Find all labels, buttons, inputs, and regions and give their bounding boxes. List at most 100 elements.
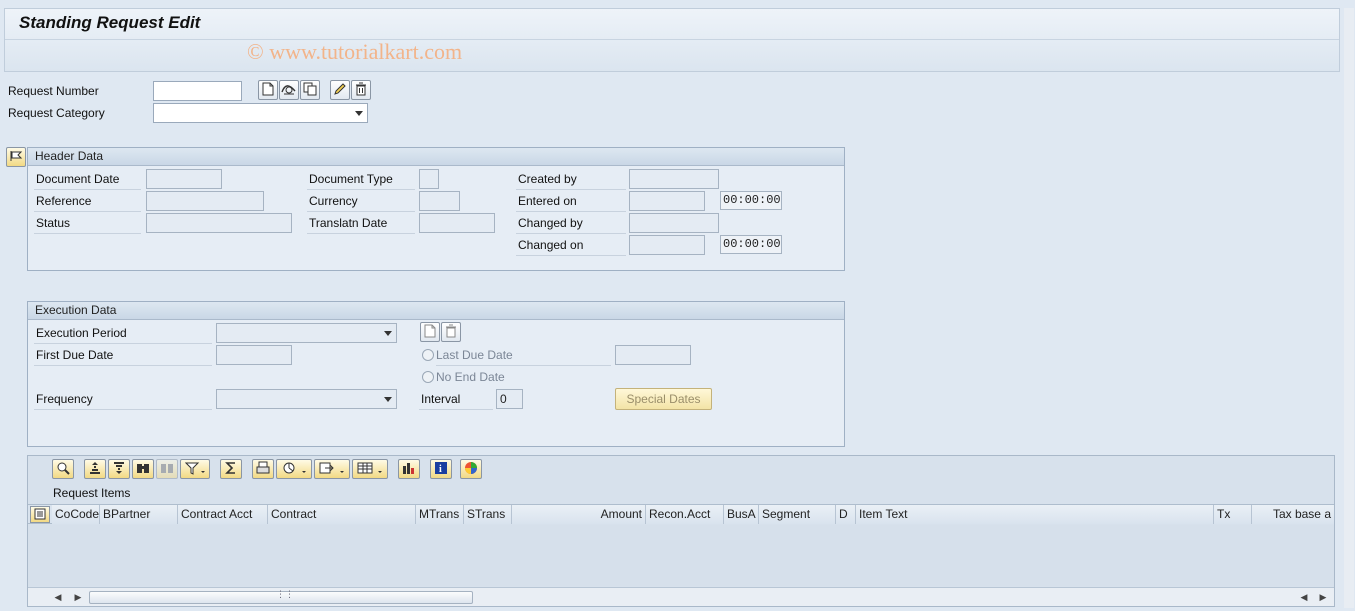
filter-button[interactable] bbox=[180, 459, 210, 479]
changed-by-field[interactable] bbox=[629, 213, 719, 233]
views-button[interactable] bbox=[276, 459, 312, 479]
export-button[interactable] bbox=[314, 459, 350, 479]
edit-button[interactable] bbox=[330, 80, 350, 100]
entered-on-time-field[interactable]: 00:00:00 bbox=[720, 191, 782, 210]
select-all-button[interactable] bbox=[30, 506, 50, 523]
toolbar-gap bbox=[422, 459, 428, 479]
no-end-date-label: No End Date bbox=[436, 370, 505, 384]
sort-descending-button[interactable] bbox=[108, 459, 130, 479]
document-type-field[interactable] bbox=[419, 169, 439, 189]
created-by-label: Created by bbox=[516, 170, 626, 190]
edit-pencil-icon bbox=[333, 82, 347, 99]
column-header-contract-acct[interactable]: Contract Acct bbox=[178, 505, 268, 524]
chevron-down-icon bbox=[384, 397, 392, 402]
request-number-input[interactable] bbox=[153, 81, 242, 101]
no-end-date-radio[interactable] bbox=[422, 371, 434, 383]
delete-button[interactable] bbox=[351, 80, 371, 100]
currency-field[interactable] bbox=[419, 191, 460, 211]
info-button[interactable]: i bbox=[430, 459, 452, 479]
changed-on-time-field[interactable]: 00:00:00 bbox=[720, 235, 782, 254]
document-type-label: Document Type bbox=[307, 170, 415, 190]
display-button[interactable] bbox=[279, 80, 299, 100]
scroll-left-end-icon[interactable]: ◀ bbox=[1298, 590, 1310, 604]
currency-label: Currency bbox=[307, 192, 415, 212]
translatn-date-field[interactable] bbox=[419, 213, 495, 233]
column-header-strans[interactable]: STrans bbox=[464, 505, 512, 524]
last-due-date-field[interactable] bbox=[615, 345, 691, 365]
last-due-date-radio[interactable] bbox=[422, 349, 434, 361]
column-header-segment[interactable]: Segment bbox=[759, 505, 836, 524]
request-category-select[interactable] bbox=[153, 103, 368, 123]
first-due-date-field[interactable] bbox=[216, 345, 292, 365]
watermark: © www.tutorialkart.com bbox=[247, 39, 463, 64]
grip-icon: ⋮⋮ bbox=[276, 589, 294, 599]
colors-button[interactable] bbox=[460, 459, 482, 479]
entered-on-date-field[interactable] bbox=[629, 191, 705, 211]
find-next-button[interactable] bbox=[156, 459, 178, 479]
frequency-label: Frequency bbox=[34, 390, 212, 410]
column-header-contract[interactable]: Contract bbox=[268, 505, 416, 524]
column-header-mtrans[interactable]: MTrans bbox=[416, 505, 464, 524]
reference-field[interactable] bbox=[146, 191, 264, 211]
last-due-date-label: Last Due Date bbox=[436, 346, 611, 366]
new-period-button[interactable] bbox=[420, 322, 440, 342]
find-next-icon bbox=[160, 461, 174, 478]
chevron-down-icon bbox=[384, 331, 392, 336]
details-button[interactable] bbox=[52, 459, 74, 479]
execution-period-select[interactable] bbox=[216, 323, 397, 343]
grid-body bbox=[28, 525, 1334, 586]
print-button[interactable] bbox=[252, 459, 274, 479]
sort-ascending-icon bbox=[88, 461, 102, 478]
sum-icon bbox=[224, 461, 238, 478]
special-dates-button[interactable]: Special Dates bbox=[615, 388, 712, 410]
horizontal-scrollbar[interactable]: ◀ ▶ ⋮⋮ ◀ ▶ bbox=[28, 587, 1334, 606]
interval-label: Interval bbox=[419, 390, 493, 410]
hide-header-button[interactable] bbox=[6, 147, 26, 167]
execution-period-label: Execution Period bbox=[34, 324, 212, 344]
find-button[interactable] bbox=[132, 459, 154, 479]
delete-trash-icon bbox=[445, 324, 457, 341]
page-title: Standing Request Edit bbox=[19, 13, 201, 32]
layout-button[interactable] bbox=[352, 459, 388, 479]
scrollbar-thumb[interactable]: ⋮⋮ bbox=[89, 589, 473, 604]
toolbar-gap bbox=[212, 459, 218, 479]
sum-button[interactable] bbox=[220, 459, 242, 479]
grid-toolbar: i bbox=[52, 459, 482, 479]
copy-button[interactable] bbox=[300, 80, 320, 100]
document-date-field[interactable] bbox=[146, 169, 222, 189]
colors-icon bbox=[464, 461, 478, 478]
frequency-select[interactable] bbox=[216, 389, 397, 409]
interval-field[interactable]: 0 bbox=[496, 389, 523, 409]
collapse-icon bbox=[9, 149, 23, 166]
first-due-date-label: First Due Date bbox=[34, 346, 212, 366]
changed-on-label: Changed on bbox=[516, 236, 626, 256]
sort-ascending-button[interactable] bbox=[84, 459, 106, 479]
graphic-button[interactable] bbox=[398, 459, 420, 479]
execution-toolbar bbox=[420, 322, 461, 342]
created-by-field[interactable] bbox=[629, 169, 719, 189]
column-header-busa[interactable]: BusA bbox=[724, 505, 759, 524]
layout-icon bbox=[357, 461, 383, 478]
column-header-cocode[interactable]: CoCode bbox=[52, 505, 100, 524]
vertical-scrollbar[interactable] bbox=[1344, 8, 1354, 608]
column-header-bpartner[interactable]: BPartner bbox=[100, 505, 178, 524]
changed-on-date-field[interactable] bbox=[629, 235, 705, 255]
create-button[interactable] bbox=[258, 80, 278, 100]
scroll-right-icon[interactable]: ▶ bbox=[72, 590, 84, 604]
delete-period-button[interactable] bbox=[441, 322, 461, 342]
status-field[interactable] bbox=[146, 213, 292, 233]
export-icon bbox=[319, 461, 345, 478]
column-header-item-text[interactable]: Item Text bbox=[856, 505, 1214, 524]
select-all-icon bbox=[31, 507, 49, 523]
scroll-left-icon[interactable]: ◀ bbox=[52, 590, 64, 604]
column-header-tx[interactable]: Tx bbox=[1214, 505, 1252, 524]
column-header-amount[interactable]: Amount bbox=[512, 505, 646, 524]
column-header-tax-base[interactable]: Tax base a bbox=[1252, 505, 1334, 524]
column-header-recon-acct[interactable]: Recon.Acct bbox=[646, 505, 724, 524]
status-label: Status bbox=[34, 214, 141, 234]
column-header-d[interactable]: D bbox=[836, 505, 856, 524]
svg-text:i: i bbox=[439, 464, 442, 475]
scroll-right-end-icon[interactable]: ▶ bbox=[1317, 590, 1329, 604]
entered-on-label: Entered on bbox=[516, 192, 626, 212]
title-divider bbox=[5, 39, 1339, 40]
